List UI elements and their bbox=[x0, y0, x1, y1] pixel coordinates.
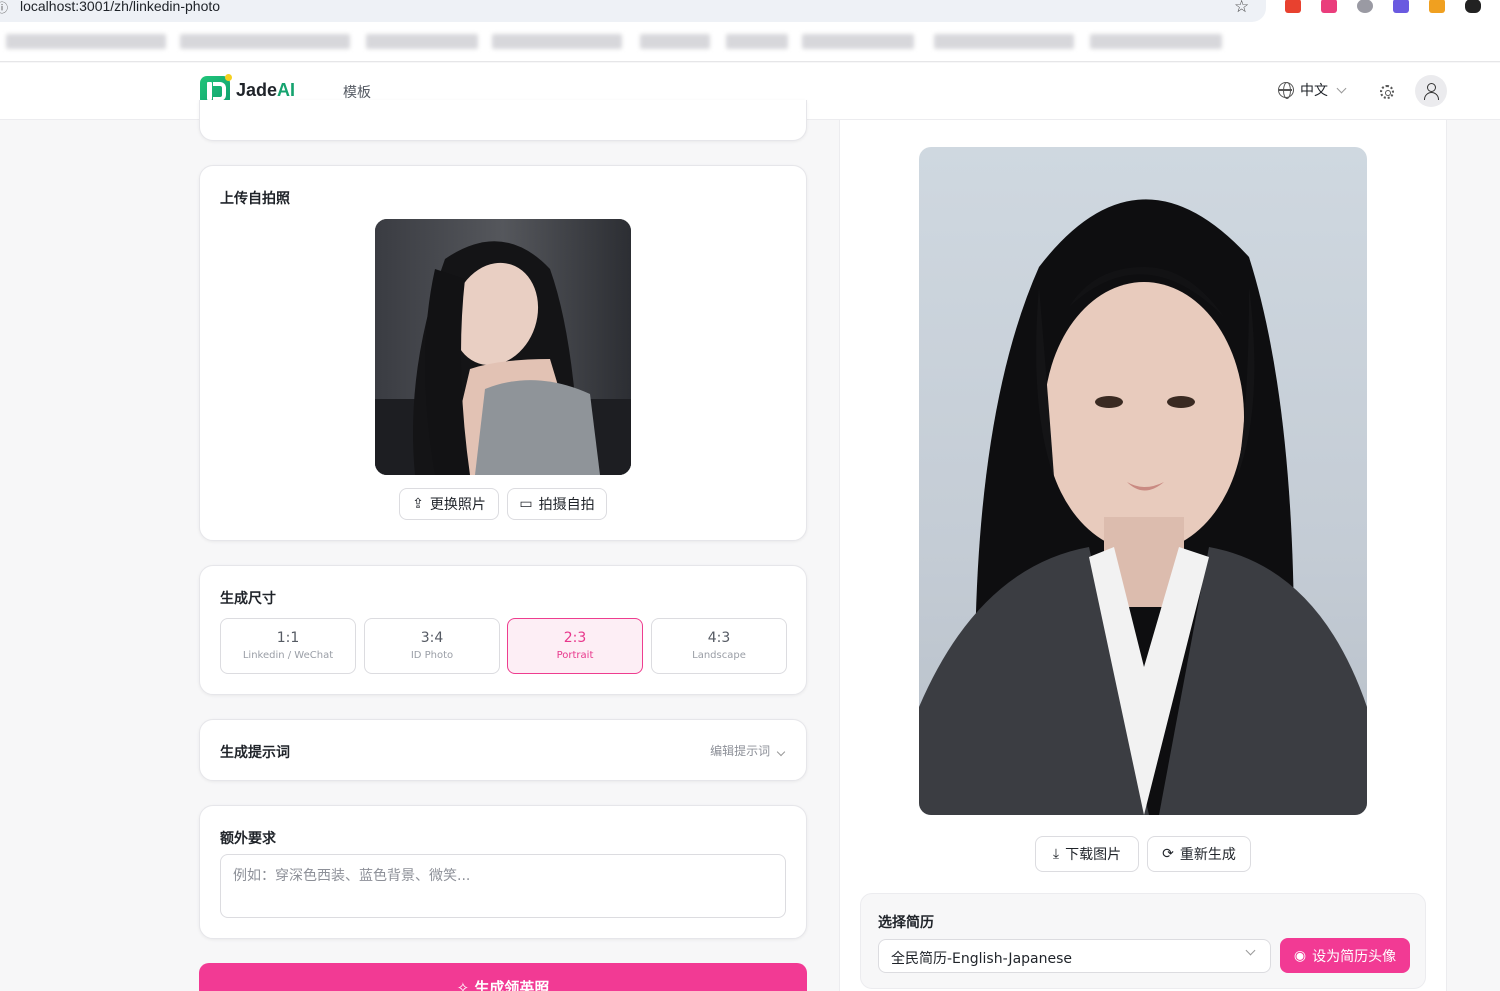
bookmark-item[interactable] bbox=[726, 34, 788, 49]
bookmark-item[interactable] bbox=[492, 34, 622, 49]
user-avatar-button[interactable] bbox=[1415, 75, 1447, 107]
ratio-label: Portrait bbox=[556, 650, 594, 661]
take-selfie-label: 拍摄自拍 bbox=[538, 497, 595, 513]
language-switcher[interactable]: 中文 bbox=[1278, 80, 1347, 100]
bookmark-item[interactable] bbox=[1090, 34, 1222, 49]
regenerate-label: 重新生成 bbox=[1179, 847, 1236, 863]
ratio-value: 3:4 bbox=[420, 630, 444, 646]
bookmark-item[interactable] bbox=[640, 34, 710, 49]
download-icon: ⤓ bbox=[1052, 846, 1060, 862]
bookmark-item[interactable] bbox=[6, 34, 166, 49]
globe-icon bbox=[1278, 82, 1294, 99]
settings-button[interactable] bbox=[1376, 81, 1398, 103]
upload-card-title: 上传自拍照 bbox=[220, 191, 290, 207]
address-bar[interactable]: ⓘ localhost:3001/zh/linkedin-photo ☆ bbox=[0, 0, 1266, 22]
resume-select-label: 选择简历 bbox=[878, 915, 934, 931]
ratio-option-4-3[interactable]: 4:3 Landscape bbox=[651, 618, 787, 674]
extension-icon[interactable] bbox=[1393, 0, 1409, 13]
extra-requirements-card: 额外要求 bbox=[199, 805, 807, 939]
chevron-down-icon bbox=[1336, 83, 1347, 93]
edit-prompt-label: 编辑提示词 bbox=[710, 744, 771, 758]
url-text[interactable]: localhost:3001/zh/linkedin-photo bbox=[20, 0, 220, 13]
size-card: 生成尺寸 1:1 Linkedin / WeChat 3:4 ID Photo … bbox=[199, 565, 807, 695]
set-resume-avatar-button[interactable]: ◉ 设为简历头像 bbox=[1280, 938, 1410, 973]
browser-toolbar: ⓘ localhost:3001/zh/linkedin-photo ☆ bbox=[0, 0, 1500, 22]
bookmark-item[interactable] bbox=[180, 34, 350, 49]
resume-selected-value: 全民简历-English-Japanese bbox=[891, 951, 1073, 967]
ratio-value: 4:3 bbox=[707, 630, 731, 646]
change-photo-button[interactable]: ⇪ 更换照片 bbox=[399, 488, 499, 520]
generate-photo-button[interactable]: ✧ 生成领英照 bbox=[199, 963, 807, 991]
generate-label: 生成领英照 bbox=[474, 979, 550, 991]
upload-icon: ⇪ bbox=[412, 496, 424, 512]
extra-card-title: 额外要求 bbox=[220, 831, 276, 847]
change-photo-label: 更换照片 bbox=[429, 497, 486, 513]
gear-icon bbox=[1380, 85, 1394, 99]
ratio-option-2-3[interactable]: 2:3 Portrait bbox=[507, 618, 643, 674]
extension-icon[interactable] bbox=[1429, 0, 1445, 13]
logo-dot-icon bbox=[225, 74, 232, 81]
edit-prompt-toggle[interactable]: 编辑提示词 bbox=[710, 742, 786, 759]
bookmark-item[interactable] bbox=[934, 34, 1074, 49]
nav-templates-link[interactable]: 模板 bbox=[343, 82, 371, 102]
prompt-card-title: 生成提示词 bbox=[220, 745, 290, 761]
bookmark-star-icon[interactable]: ☆ bbox=[1234, 0, 1249, 17]
bookmark-item[interactable] bbox=[802, 34, 914, 49]
ratio-label: Landscape bbox=[692, 650, 746, 661]
set-avatar-label: 设为简历头像 bbox=[1312, 948, 1397, 965]
extra-requirements-input[interactable] bbox=[220, 854, 786, 918]
previous-card bbox=[199, 100, 807, 141]
language-label: 中文 bbox=[1300, 83, 1328, 99]
download-label: 下载图片 bbox=[1065, 847, 1122, 863]
resume-select-dropdown[interactable]: 全民简历-English-Japanese bbox=[878, 939, 1271, 973]
extension-icon[interactable] bbox=[1285, 0, 1301, 13]
ratio-option-1-1[interactable]: 1:1 Linkedin / WeChat bbox=[220, 618, 356, 674]
bookmarks-bar bbox=[0, 22, 1500, 62]
site-info-icon[interactable]: ⓘ bbox=[0, 0, 8, 16]
portrait-illustration bbox=[919, 199, 1367, 815]
extension-icon[interactable] bbox=[1321, 0, 1337, 13]
bookmark-item[interactable] bbox=[366, 34, 478, 49]
ratio-value: 1:1 bbox=[276, 630, 300, 646]
ratio-value: 2:3 bbox=[563, 630, 587, 646]
ratio-label: Linkedin / WeChat bbox=[242, 650, 334, 661]
size-card-title: 生成尺寸 bbox=[220, 591, 276, 607]
chevron-down-icon bbox=[1245, 945, 1256, 956]
logo-text[interactable]: JadeAI bbox=[236, 80, 295, 101]
resume-selector-panel: 选择简历 全民简历-English-Japanese ◉ 设为简历头像 bbox=[860, 893, 1426, 989]
generated-portrait-image bbox=[919, 147, 1367, 815]
refresh-icon: ⟳ bbox=[1162, 846, 1174, 862]
download-image-button[interactable]: ⤓ 下载图片 bbox=[1035, 836, 1139, 872]
chevron-down-icon bbox=[776, 747, 786, 757]
regenerate-button[interactable]: ⟳ 重新生成 bbox=[1147, 836, 1251, 872]
extension-icon[interactable] bbox=[1357, 0, 1373, 13]
selfie-illustration bbox=[375, 219, 631, 475]
prompt-card[interactable]: 生成提示词 编辑提示词 bbox=[199, 719, 807, 781]
ratio-option-3-4[interactable]: 3:4 ID Photo bbox=[364, 618, 500, 674]
extension-icon[interactable] bbox=[1465, 0, 1481, 13]
uploaded-selfie-image bbox=[375, 219, 631, 475]
ratio-label: ID Photo bbox=[410, 650, 454, 661]
user-circle-icon: ◉ bbox=[1293, 947, 1307, 964]
video-camera-icon: ▭ bbox=[519, 496, 533, 512]
sparkle-icon: ✧ bbox=[456, 979, 470, 991]
take-selfie-button[interactable]: ▭ 拍摄自拍 bbox=[507, 488, 607, 520]
